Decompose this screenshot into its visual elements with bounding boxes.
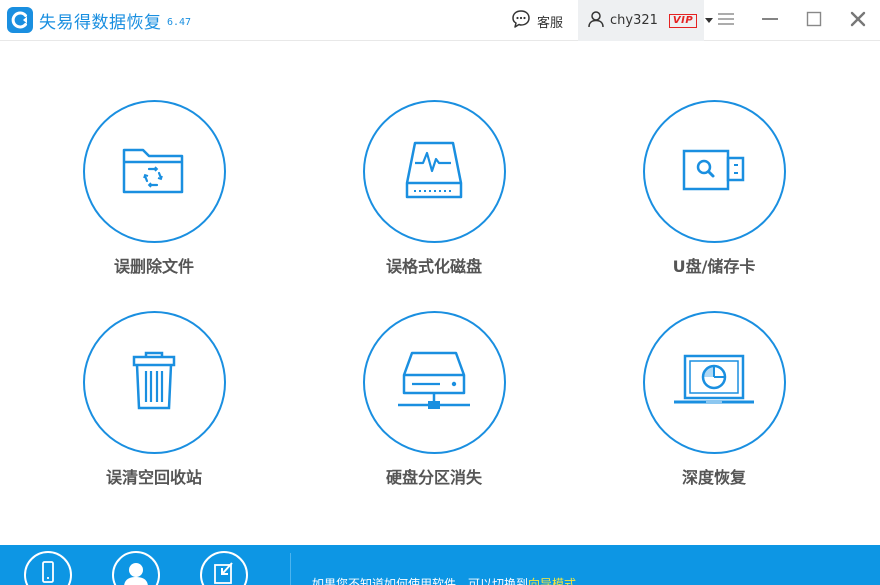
maximize-button[interactable] [794,0,834,41]
support-label: 客服 [537,15,564,31]
tile-label: 误格式化磁盘 [385,257,482,276]
title-bar: 失易得数据恢复 6.47 客服 chy321 VIP [0,0,880,41]
guide-hint: 如果您不知道如何使用软件，可以切换到向导模式 [312,575,576,585]
customer-service-button[interactable] [112,551,160,585]
close-icon [850,11,866,31]
disk-pulse-icon [403,139,465,205]
wizard-mode-link[interactable]: 向导模式 [528,577,576,585]
tile-label: 深度恢复 [681,468,746,487]
folder-recycle-icon [121,142,187,202]
menu-icon [717,11,735,30]
export-icon [212,561,236,585]
laptop-scan-icon [672,354,756,412]
tile-circle[interactable] [82,100,226,243]
user-icon [587,10,605,32]
vip-badge: VIP [668,13,698,28]
tile-circle[interactable] [642,311,786,454]
tile-empty-recycle-bin[interactable]: 误清空回收站 [64,311,244,488]
app-version: 6.47 [167,17,192,28]
tile-circle[interactable] [82,311,226,454]
menu-button[interactable] [706,0,746,41]
maximize-icon [806,11,822,31]
divider [290,553,291,585]
usb-drive-icon [681,148,747,196]
phone-recovery-icon [40,561,56,585]
recycle-bin-icon [130,351,178,415]
app-logo-icon [7,7,33,33]
tile-label: 误清空回收站 [105,468,202,487]
minimize-icon [761,11,779,30]
tile-deep-recovery[interactable]: 深度恢复 [624,311,804,488]
tile-label: U盘/储存卡 [672,257,756,276]
guide-hint-text: 如果您不知道如何使用软件，可以切换到 [312,577,529,585]
tile-lost-partition[interactable]: 硬盘分区消失 [344,311,524,488]
bottom-bar: 如果您不知道如何使用软件，可以切换到向导模式 [0,545,880,585]
user-name: chy321 [610,13,658,28]
export-button[interactable] [200,551,248,585]
close-button[interactable] [838,0,878,41]
app-title: 失易得数据恢复 [39,13,162,33]
tile-circle[interactable] [362,311,506,454]
tile-label: 误删除文件 [113,257,194,276]
tile-label: 硬盘分区消失 [385,468,482,487]
tile-circle[interactable] [362,100,506,243]
chat-icon [511,9,531,33]
user-account-button[interactable]: chy321 VIP [578,0,714,41]
tile-usb-sdcard[interactable]: U盘/储存卡 [624,100,804,277]
network-drive-icon [396,349,472,417]
customer-service-icon [122,561,150,585]
tile-deleted-files[interactable]: 误删除文件 [64,100,244,277]
support-button[interactable]: 客服 [511,10,563,32]
tile-circle[interactable] [642,100,786,243]
minimize-button[interactable] [750,0,790,41]
phone-recovery-button[interactable] [24,551,72,585]
tile-formatted-disk[interactable]: 误格式化磁盘 [344,100,524,277]
